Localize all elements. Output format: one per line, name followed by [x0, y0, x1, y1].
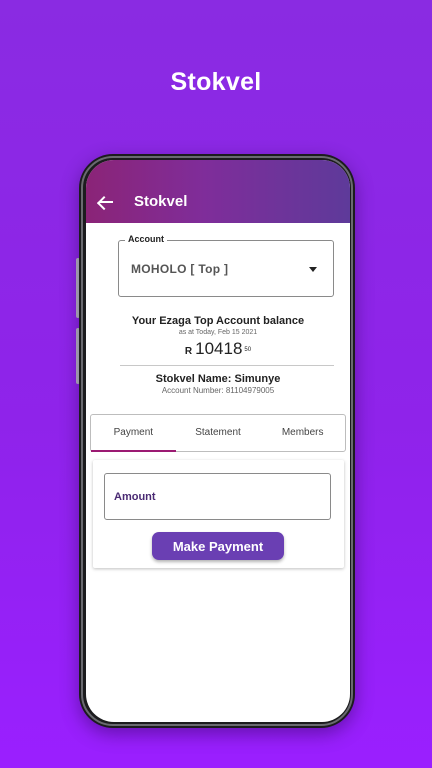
- make-payment-button[interactable]: Make Payment: [152, 532, 284, 560]
- account-label: Account: [125, 234, 167, 244]
- payment-card: Amount Make Payment: [93, 460, 344, 568]
- tab-statement[interactable]: Statement: [176, 415, 261, 451]
- stokvel-name: Stokvel Name: Simunye: [155, 373, 281, 385]
- tab-members[interactable]: Members: [260, 415, 345, 451]
- arrow-left-icon[interactable]: [98, 193, 116, 211]
- caret-down-icon[interactable]: [309, 267, 317, 272]
- balance-as-at: as at Today, Feb 15 2021: [178, 329, 258, 336]
- app-bar: Stokvel: [86, 160, 350, 223]
- balance-currency: R: [184, 346, 193, 357]
- balance-title: Your Ezaga Top Account balance: [131, 315, 305, 327]
- tab-bar: Payment Statement Members: [90, 414, 346, 452]
- account-select[interactable]: Account MOHOLO [ Top ]: [118, 234, 334, 297]
- balance-amount: R 10418 50: [86, 339, 350, 359]
- amount-input[interactable]: Amount: [104, 473, 331, 520]
- phone-screen: Stokvel Account MOHOLO [ Top ] Your Ezag…: [86, 160, 350, 722]
- account-selected-value: MOHOLO [ Top ]: [131, 262, 229, 276]
- balance-value: 10418: [195, 339, 243, 358]
- balance-cents: 50: [244, 346, 252, 353]
- divider: [120, 365, 334, 366]
- tab-payment[interactable]: Payment: [91, 415, 176, 452]
- amount-label: Amount: [114, 491, 156, 503]
- account-number: Account Number: 81104979005: [161, 386, 275, 395]
- page-headline: Stokvel: [170, 68, 262, 96]
- app-bar-title: Stokvel: [134, 193, 188, 210]
